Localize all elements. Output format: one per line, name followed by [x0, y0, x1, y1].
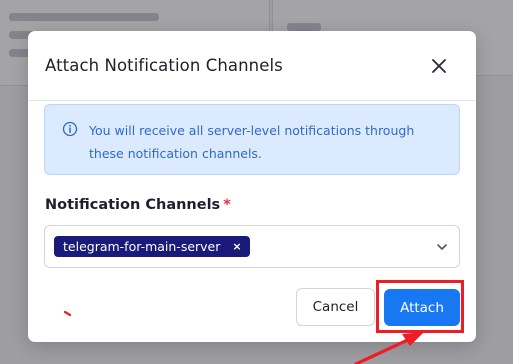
info-message: You will receive all server-level notifi…: [89, 123, 415, 161]
dialog-title: Attach Notification Channels: [45, 56, 283, 75]
annotation-arrow: [354, 332, 424, 364]
annotation-mark: [64, 311, 72, 316]
cancel-button[interactable]: Cancel: [296, 288, 375, 326]
chevron-down-icon[interactable]: [435, 240, 449, 254]
chip-remove-icon[interactable]: ×: [232, 240, 241, 253]
required-marker: *: [223, 197, 231, 213]
selected-channel-chip: telegram-for-main-server ×: [54, 236, 250, 257]
info-alert: You will receive all server-level notifi…: [44, 104, 460, 175]
field-label-text: Notification Channels: [45, 197, 221, 213]
dialog-header: Attach Notification Channels: [28, 31, 476, 101]
chip-label: telegram-for-main-server: [63, 239, 221, 254]
close-button[interactable]: [428, 55, 450, 77]
channels-field-label: Notification Channels *: [45, 197, 231, 213]
channels-multiselect[interactable]: telegram-for-main-server ×: [44, 225, 460, 268]
annotation-highlight-box: [376, 280, 464, 333]
info-icon: [62, 121, 78, 137]
close-icon: [432, 58, 446, 73]
